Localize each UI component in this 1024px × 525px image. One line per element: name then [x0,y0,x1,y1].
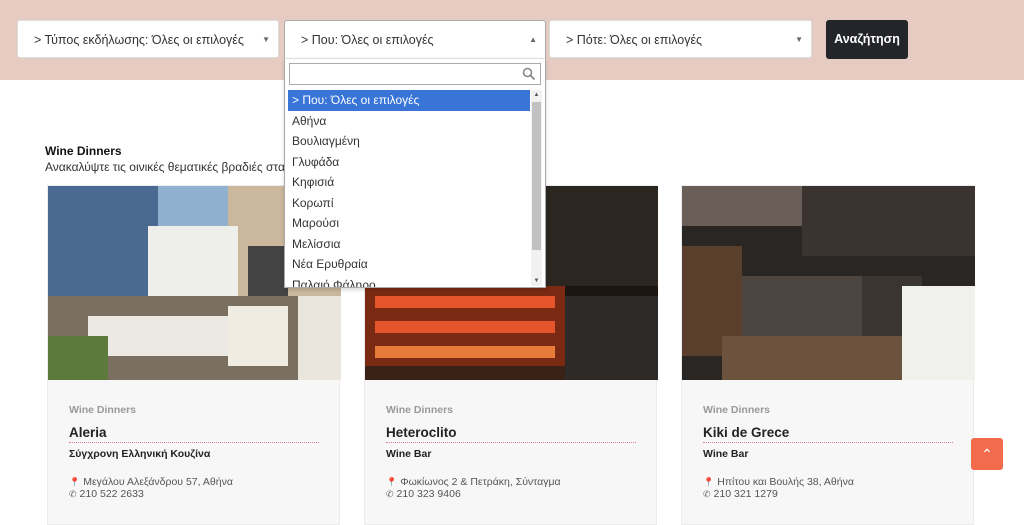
map-marker-icon: 📍 [703,477,715,487]
search-icon [522,67,536,81]
chevron-up-icon: ⌃ [981,446,993,462]
location-option[interactable]: Βουλιαγμένη [288,131,530,152]
scroll-down-arrow-icon[interactable]: ▼ [531,276,542,286]
date-select-label: > Πότε: Όλες οι επιλογές [566,33,703,47]
chevron-down-icon: ▼ [795,35,803,44]
map-marker-icon: 📍 [69,477,81,487]
location-select[interactable]: > Που: Όλες οι επιλογές ▲ [284,20,546,60]
section-heading: Wine Dinners [45,144,122,158]
venue-card[interactable]: Wine Dinners Kiki de Grece Wine Bar 📍 Ηπί… [681,185,975,525]
section-intro: Wine Dinners Ανακαλύψτε τις οινικές θεμα… [45,144,294,174]
card-address-text: Ηπίτου και Βουλής 38, Αθήνα [717,476,854,488]
title-divider [386,442,636,443]
location-search-input[interactable] [289,63,541,85]
location-option[interactable]: Μαρούσι [288,213,530,234]
dropdown-scrollbar[interactable]: ▲ ▼ [531,90,542,286]
chevron-down-icon: ▼ [262,35,270,44]
location-option[interactable]: Αθήνα [288,111,530,132]
card-phone: ✆ 210 321 1279 [703,488,778,500]
venue-photo[interactable] [682,186,975,380]
card-phone-text: 210 522 2633 [79,488,144,500]
title-divider [703,442,953,443]
back-to-top-button[interactable]: ⌃ [971,438,1003,470]
card-address: 📍 Φωκίωνος 2 & Πετράκη, Σύνταγμα [386,476,561,488]
card-category: Wine Dinners [69,404,136,416]
location-dropdown-panel: > Που: Όλες οι επιλογές Αθήνα Βουλιαγμένη Γ… [284,58,546,288]
location-option[interactable]: Κορωπί [288,193,530,214]
card-title[interactable]: Heteroclito [386,425,457,440]
card-address: 📍 Μεγάλου Αλεξάνδρου 57, Αθήνα [69,476,233,488]
location-select-label: > Που: Όλες οι επιλογές [301,33,434,47]
location-option[interactable]: Γλυφάδα [288,152,530,173]
location-option[interactable]: Μελίσσια [288,234,530,255]
card-phone: ✆ 210 522 2633 [69,488,144,500]
phone-icon: ✆ [386,489,394,499]
card-address: 📍 Ηπίτου και Βουλής 38, Αθήνα [703,476,854,488]
card-address-text: Μεγάλου Αλεξάνδρου 57, Αθήνα [83,476,233,488]
card-title[interactable]: Kiki de Grece [703,425,789,440]
title-divider [69,442,319,443]
map-marker-icon: 📍 [386,477,398,487]
card-cuisine: Σύγχρονη Ελληνική Κουζίνα [69,448,211,460]
location-option[interactable]: Νέα Ερυθραία [288,254,530,275]
card-cuisine: Wine Bar [386,448,432,460]
card-address-text: Φωκίωνος 2 & Πετράκη, Σύνταγμα [400,476,561,488]
event-type-select-label: > Τύπος εκδήλωσης: Όλες οι επιλογές [34,33,244,47]
location-options-list: > Που: Όλες οι επιλογές Αθήνα Βουλιαγμένη Γ… [288,90,530,288]
location-option[interactable]: Παλαιό Φάληρο [288,275,530,288]
phone-icon: ✆ [69,489,77,499]
date-select[interactable]: > Πότε: Όλες οι επιλογές ▼ [549,20,812,58]
phone-icon: ✆ [703,489,711,499]
event-type-select[interactable]: > Τύπος εκδήλωσης: Όλες οι επιλογές ▼ [17,20,279,58]
chevron-up-icon: ▲ [529,35,537,44]
card-title[interactable]: Aleria [69,425,107,440]
card-phone-text: 210 323 9406 [396,488,461,500]
scroll-up-arrow-icon[interactable]: ▲ [531,90,542,100]
card-phone: ✆ 210 323 9406 [386,488,461,500]
location-option[interactable]: > Που: Όλες οι επιλογές [288,90,530,111]
card-category: Wine Dinners [703,404,770,416]
card-cuisine: Wine Bar [703,448,749,460]
card-phone-text: 210 321 1279 [713,488,778,500]
scrollbar-thumb[interactable] [532,102,541,250]
card-category: Wine Dinners [386,404,453,416]
location-option[interactable]: Κηφισιά [288,172,530,193]
section-description: Ανακαλύψτε τις οινικές θεματικές βραδιές… [45,160,294,174]
search-button[interactable]: Αναζήτηση [826,20,908,59]
